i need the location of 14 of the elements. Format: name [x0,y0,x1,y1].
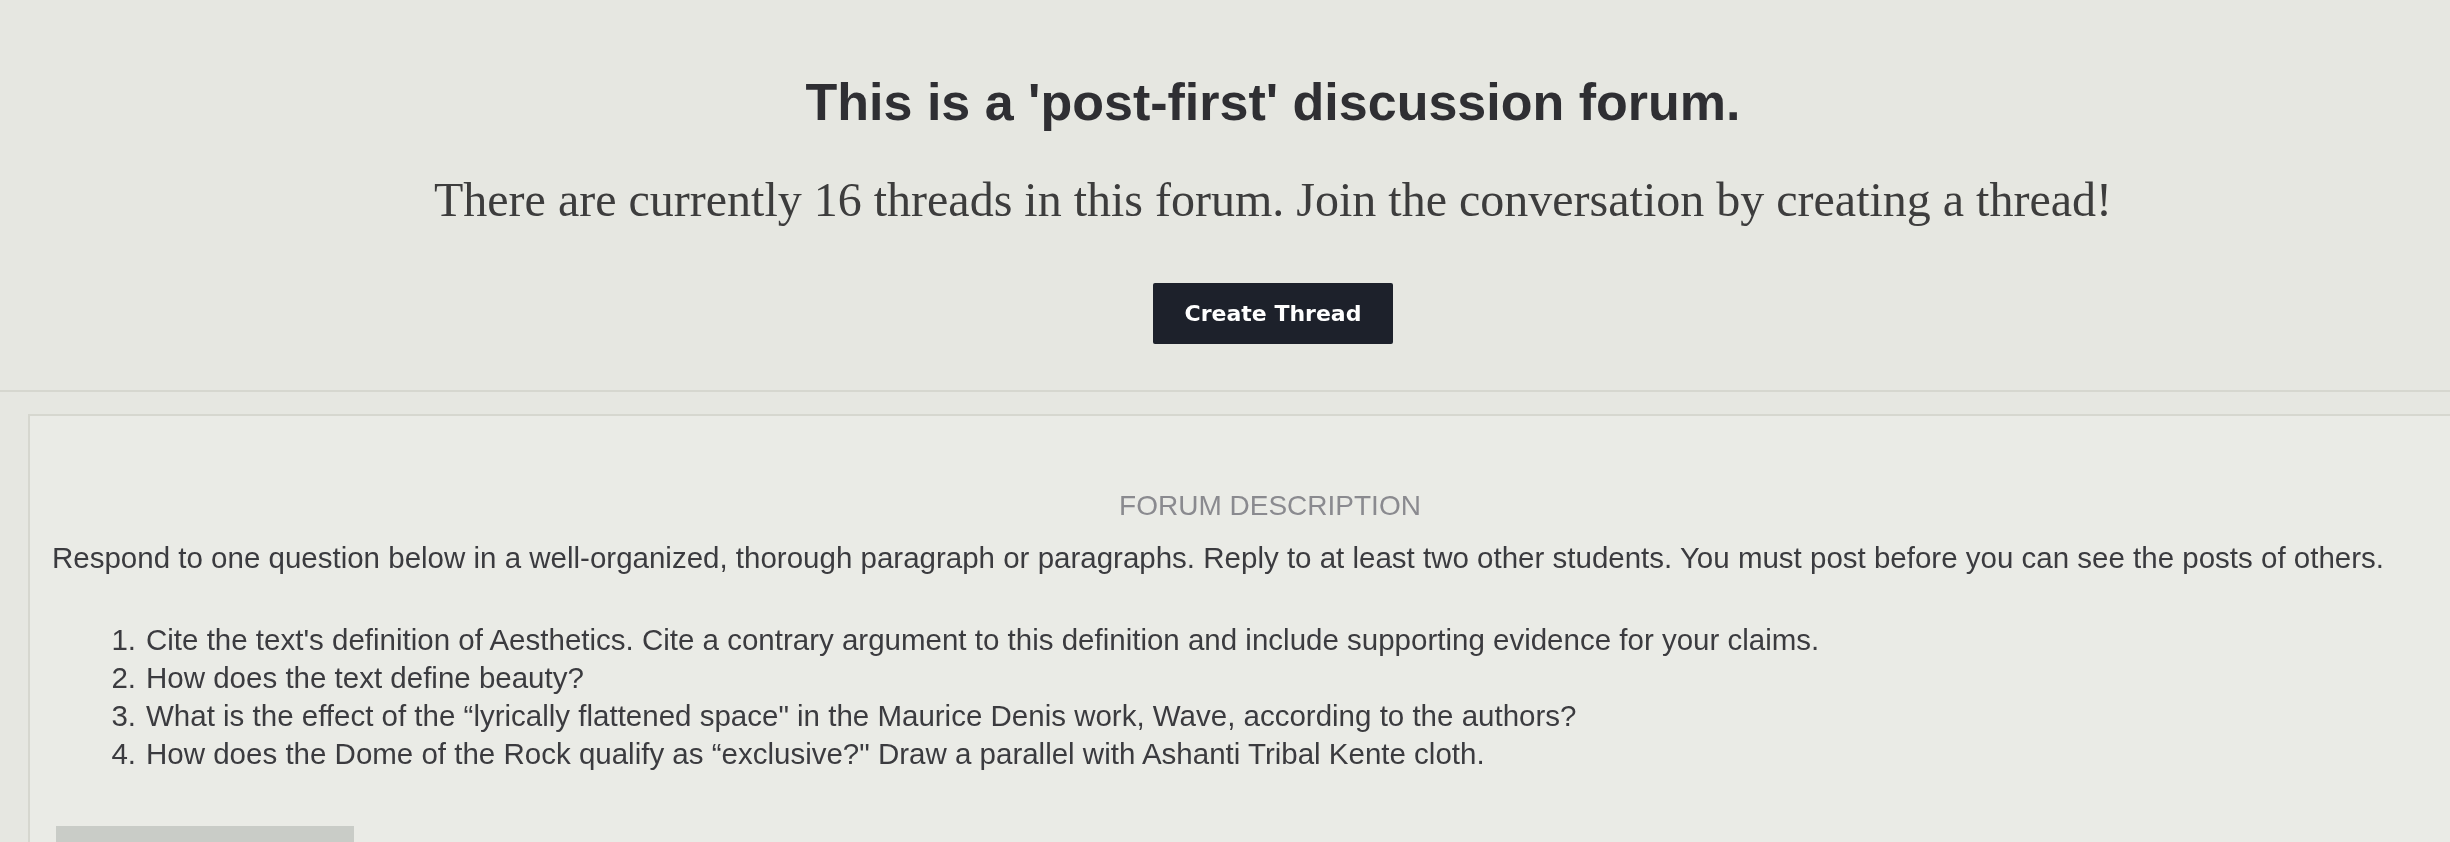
question-number: 3. [110,698,136,734]
question-text: How does the text define beauty? [146,660,584,696]
section-heading: FORUM DESCRIPTION [1119,490,1421,522]
cut-off-button[interactable] [56,826,354,842]
question-number: 2. [110,660,136,696]
question-text: What is the effect of the “lyrically flattened space" in the Maurice Denis work, Wave, according to the authors? [146,698,1577,734]
instructions-text: Respond to one question below in a well-organized, thorough paragraph or paragraphs. Reply to at least two other students. You must post before you can see the posts of others. [52,540,2385,576]
question-number: 1. [110,622,136,658]
thread-count-text: There are currently 16 threads in this forum. Join the conversation by creating a thread! [433,172,2113,228]
create-thread-button[interactable]: Create Thread [1152,283,1394,344]
question-text: Cite the text's definition of Aesthetics. Cite a contrary argument to this definition and include supporting evidence for your claims. [146,622,1820,658]
question-text: How does the Dome of the Rock qualify as “exclusive?" Draw a parallel with Ashanti Tribal Kente cloth. [146,736,1485,772]
forum-title: This is a 'post-first' discussion forum. [805,72,1741,132]
question-number: 4. [110,736,136,772]
